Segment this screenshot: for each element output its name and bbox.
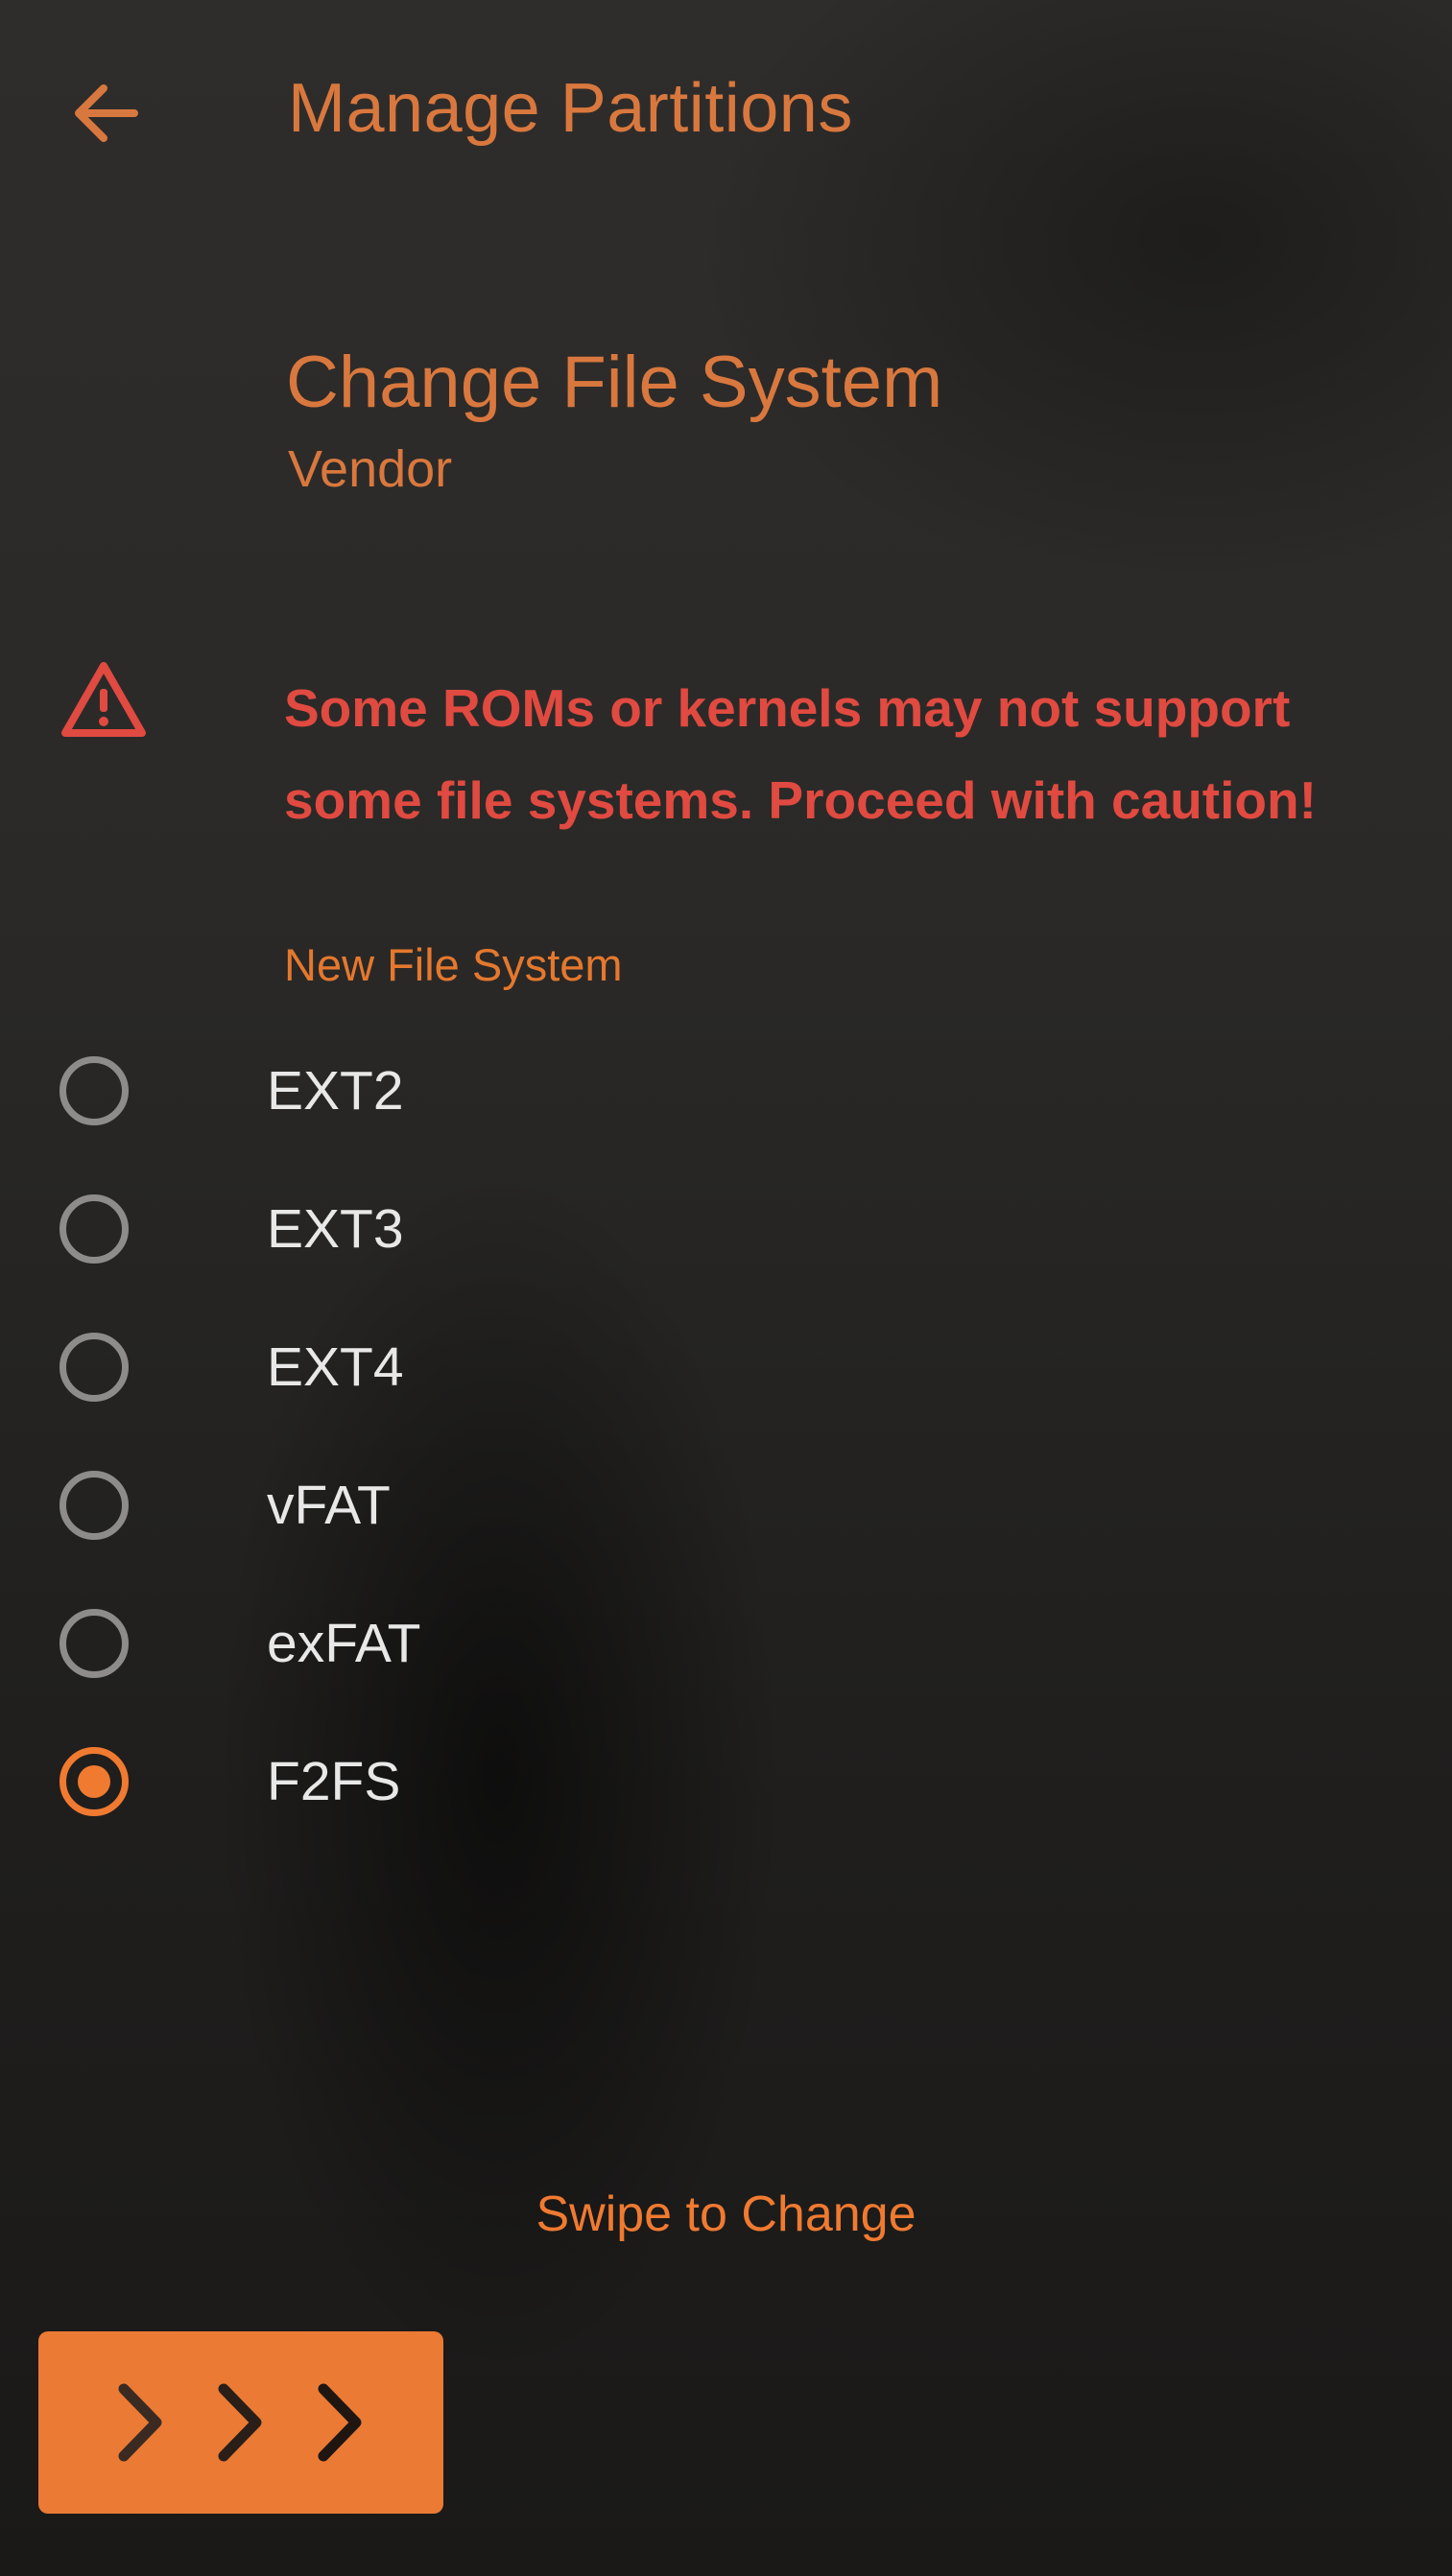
option-label: EXT4 bbox=[267, 1336, 404, 1398]
option-vfat[interactable]: vFAT bbox=[38, 1448, 998, 1563]
section-title: Change File System bbox=[286, 342, 943, 423]
warning-line: some file systems. Proceed with caution! bbox=[284, 770, 1317, 830]
arrow-left-icon bbox=[67, 80, 144, 152]
option-ext2[interactable]: EXT2 bbox=[38, 1033, 998, 1148]
option-label: vFAT bbox=[267, 1475, 391, 1536]
radio-button[interactable] bbox=[60, 1194, 129, 1264]
warning-triangle-icon bbox=[60, 660, 148, 741]
radio-button[interactable] bbox=[60, 1471, 129, 1540]
radio-button[interactable] bbox=[60, 1609, 129, 1678]
option-ext3[interactable]: EXT3 bbox=[38, 1171, 998, 1287]
option-exfat[interactable]: exFAT bbox=[38, 1586, 998, 1701]
page-title: Manage Partitions bbox=[288, 70, 853, 147]
option-label: F2FS bbox=[267, 1751, 401, 1812]
option-f2fs[interactable]: F2FS bbox=[38, 1724, 998, 1839]
swipe-handle[interactable] bbox=[38, 2331, 443, 2514]
warning-message: Some ROMs or kernels may not support som… bbox=[284, 662, 1416, 846]
radio-button-selected[interactable] bbox=[60, 1747, 129, 1816]
partition-name: Vendor bbox=[288, 440, 453, 498]
change-file-system-screen: Manage Partitions Change File System Ven… bbox=[0, 0, 1452, 2576]
option-label: exFAT bbox=[267, 1613, 421, 1674]
radio-button[interactable] bbox=[60, 1056, 129, 1125]
warning-line: Some ROMs or kernels may not support bbox=[284, 678, 1291, 738]
swipe-hint: Swipe to Change bbox=[536, 2186, 916, 2242]
option-ext4[interactable]: EXT4 bbox=[38, 1310, 998, 1425]
option-label: EXT2 bbox=[267, 1060, 404, 1122]
swipe-slider[interactable] bbox=[0, 2331, 1452, 2523]
radio-button[interactable] bbox=[60, 1333, 129, 1402]
option-label: EXT3 bbox=[267, 1198, 404, 1260]
back-button[interactable] bbox=[58, 77, 154, 154]
triple-chevron-right-icon bbox=[103, 2370, 379, 2475]
new-file-system-label: New File System bbox=[284, 939, 623, 990]
